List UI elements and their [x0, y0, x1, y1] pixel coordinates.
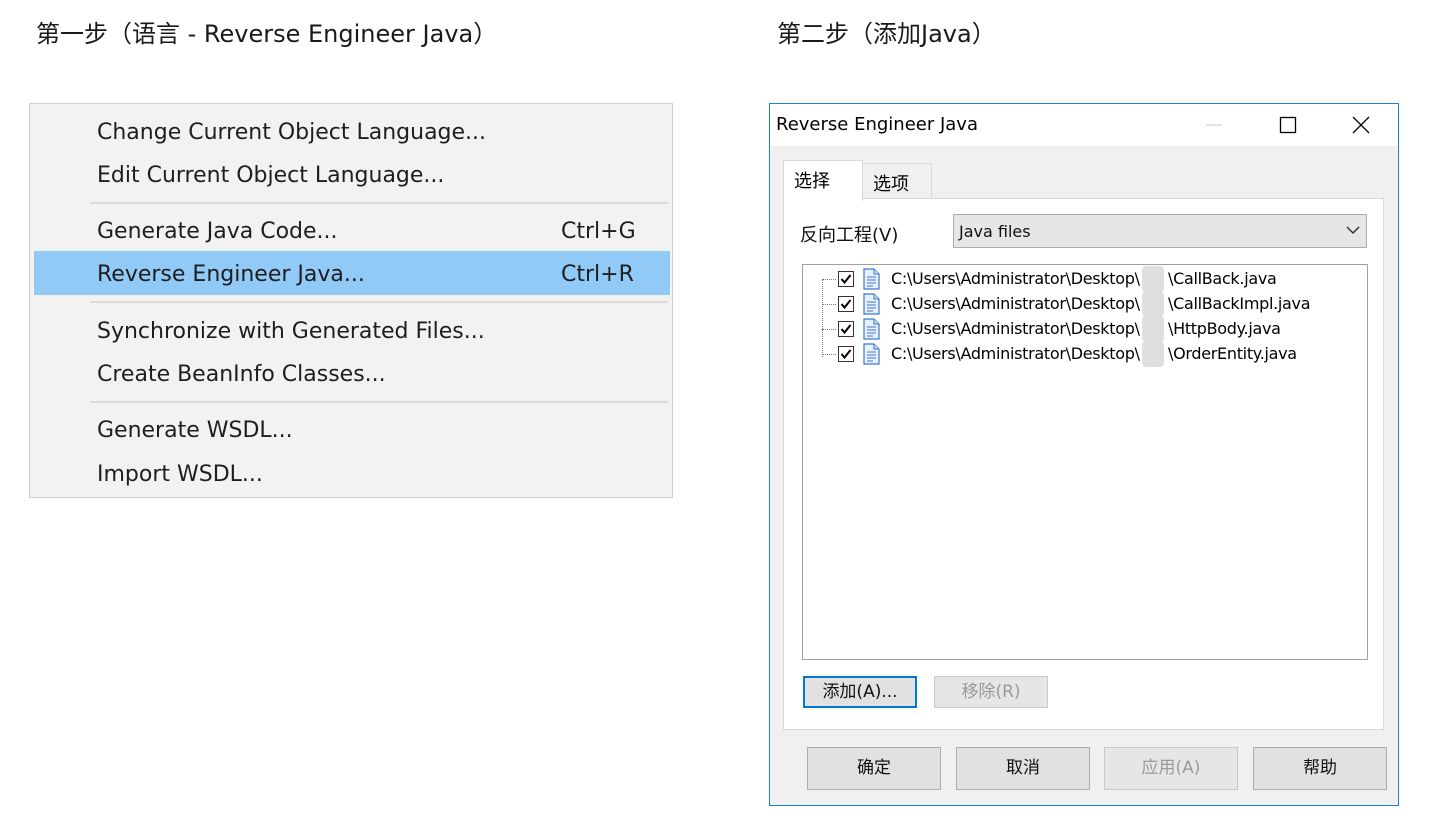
menu-item-label: Import WSDL...	[97, 462, 263, 487]
checkmark-icon	[840, 299, 852, 310]
redacted-folder	[1142, 291, 1164, 317]
file-path-prefix: C:\Users\Administrator\Desktop\	[891, 269, 1140, 288]
tab-label: 选项	[873, 174, 909, 195]
menu-item-edit-language[interactable]: Edit Current Object Language...	[34, 152, 670, 196]
apply-button[interactable]: 应用(A)	[1104, 747, 1238, 790]
file-checkbox[interactable]	[838, 321, 854, 337]
tree-connector	[822, 304, 836, 305]
minimize-icon	[1206, 124, 1222, 126]
menu-item-label: Change Current Object Language...	[97, 120, 487, 145]
menu-item-synchronize[interactable]: Synchronize with Generated Files...	[34, 308, 670, 352]
file-row[interactable]: C:\Users\Administrator\Desktop\ \CallBac…	[803, 266, 1363, 292]
redacted-folder	[1142, 266, 1164, 292]
menu-item-label: Synchronize with Generated Files...	[97, 319, 485, 344]
menu-item-label: Create BeanInfo Classes...	[97, 362, 386, 387]
menu-item-change-language[interactable]: Change Current Object Language...	[34, 109, 670, 153]
file-type-select[interactable]: Java files	[953, 214, 1367, 248]
java-file-icon	[863, 318, 880, 340]
menu-item-label: Reverse Engineer Java...	[97, 262, 365, 287]
reverse-engineer-dialog: Reverse Engineer Java 选择 选项 反向工程(V) Java…	[769, 103, 1399, 806]
java-file-icon	[863, 343, 880, 365]
maximize-button[interactable]	[1265, 104, 1311, 146]
language-context-menu: Change Current Object Language... Edit C…	[29, 103, 673, 498]
menu-item-generate-java[interactable]: Generate Java Code... Ctrl+G	[34, 208, 670, 252]
menu-item-generate-wsdl[interactable]: Generate WSDL...	[34, 407, 670, 451]
checkmark-icon	[840, 349, 852, 360]
file-path-prefix: C:\Users\Administrator\Desktop\	[891, 344, 1140, 363]
dialog-titlebar[interactable]: Reverse Engineer Java	[770, 104, 1398, 146]
reverse-engineer-label: 反向工程(V)	[800, 225, 899, 246]
dialog-title: Reverse Engineer Java	[776, 114, 978, 135]
file-row[interactable]: C:\Users\Administrator\Desktop\ \CallBac…	[803, 291, 1363, 317]
file-name: \HttpBody.java	[1168, 319, 1281, 338]
add-button[interactable]: 添加(A)...	[803, 676, 917, 708]
ok-button[interactable]: 确定	[807, 747, 941, 790]
file-checkbox[interactable]	[838, 271, 854, 287]
file-path-prefix: C:\Users\Administrator\Desktop\	[891, 319, 1140, 338]
tree-connector	[822, 354, 836, 355]
tab-select[interactable]: 选择	[783, 160, 863, 201]
file-checkbox[interactable]	[838, 296, 854, 312]
file-type-value: Java files	[959, 222, 1031, 241]
menu-item-shortcut: Ctrl+G	[561, 219, 636, 244]
help-button[interactable]: 帮助	[1253, 747, 1387, 790]
remove-button[interactable]: 移除(R)	[934, 676, 1048, 708]
close-button[interactable]	[1338, 104, 1384, 146]
file-list[interactable]: C:\Users\Administrator\Desktop\ \CallBac…	[802, 264, 1368, 660]
tab-options[interactable]: 选项	[862, 163, 932, 198]
step2-title: 第二步（添加Java）	[777, 20, 996, 48]
minimize-button[interactable]	[1191, 104, 1237, 146]
menu-item-beaninfo[interactable]: Create BeanInfo Classes...	[34, 351, 670, 395]
menu-separator	[90, 301, 668, 303]
file-name: \CallBack.java	[1168, 269, 1277, 288]
java-file-icon	[863, 293, 880, 315]
menu-item-label: Generate Java Code...	[97, 219, 338, 244]
java-file-icon	[863, 268, 880, 290]
tree-connector	[822, 279, 836, 280]
chevron-down-icon	[1346, 226, 1360, 235]
cancel-button[interactable]: 取消	[956, 747, 1090, 790]
file-row[interactable]: C:\Users\Administrator\Desktop\ \HttpBod…	[803, 316, 1363, 342]
menu-item-label: Edit Current Object Language...	[97, 163, 445, 188]
step1-title: 第一步（语言 - Reverse Engineer Java）	[36, 20, 498, 48]
file-row[interactable]: C:\Users\Administrator\Desktop\ \OrderEn…	[803, 341, 1363, 367]
menu-item-shortcut: Ctrl+R	[561, 262, 634, 287]
checkmark-icon	[840, 274, 852, 285]
file-name: \CallBackImpl.java	[1168, 294, 1311, 313]
menu-item-import-wsdl[interactable]: Import WSDL...	[34, 451, 670, 495]
redacted-folder	[1142, 341, 1164, 367]
menu-separator	[90, 202, 668, 204]
file-path-prefix: C:\Users\Administrator\Desktop\	[891, 294, 1140, 313]
menu-item-reverse-engineer[interactable]: Reverse Engineer Java... Ctrl+R	[34, 251, 670, 295]
checkmark-icon	[840, 324, 852, 335]
redacted-folder	[1142, 316, 1164, 342]
close-icon	[1352, 116, 1370, 134]
tab-label: 选择	[794, 171, 830, 192]
menu-item-label: Generate WSDL...	[97, 418, 293, 443]
menu-separator	[90, 401, 668, 403]
maximize-icon	[1279, 116, 1297, 134]
tree-connector	[822, 329, 836, 330]
file-checkbox[interactable]	[838, 346, 854, 362]
file-name: \OrderEntity.java	[1168, 344, 1297, 363]
